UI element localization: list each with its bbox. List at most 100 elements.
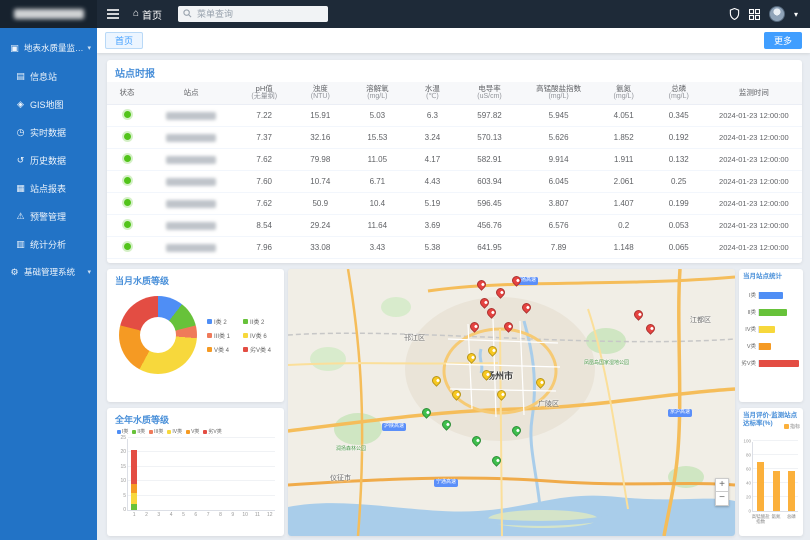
hbar-chart[interactable]: I类II类IV类V类劣V类 bbox=[739, 281, 803, 371]
value-cell: 6.045 bbox=[522, 171, 596, 193]
donut-chart[interactable] bbox=[119, 296, 197, 374]
value-cell: 11.05 bbox=[347, 149, 407, 171]
shield-icon[interactable] bbox=[729, 8, 740, 20]
panel-title-station-stats: 当月站点统计 bbox=[739, 269, 803, 281]
gridline bbox=[128, 437, 275, 438]
monitor-time-cell: 2024-01-23 12:00:00 bbox=[706, 237, 802, 259]
legend-swatch bbox=[186, 430, 190, 434]
value-cell: 33.08 bbox=[293, 237, 347, 259]
y-axis-tick: 10 bbox=[112, 478, 126, 484]
station-name-blurred bbox=[166, 112, 216, 120]
sidebar-item-label: GIS地图 bbox=[30, 98, 64, 111]
more-button[interactable]: 更多 bbox=[764, 32, 802, 49]
value-cell: 7.37 bbox=[235, 127, 293, 149]
legend-item: I类 2 bbox=[207, 317, 235, 326]
value-cell: 32.16 bbox=[293, 127, 347, 149]
sidebar-item-station-report[interactable]: ▦站点报表 bbox=[0, 174, 97, 202]
hbar-track bbox=[758, 326, 799, 333]
hbar-row: 劣V类 bbox=[741, 359, 799, 367]
menu-search[interactable] bbox=[178, 6, 328, 22]
sidebar-item-base-management[interactable]: ⚙基础管理系统▾ bbox=[0, 258, 97, 286]
gear-icon: ⚙ bbox=[9, 267, 20, 278]
x-axis-tick: 6 bbox=[190, 512, 202, 518]
zoom-in-button[interactable]: + bbox=[715, 478, 729, 492]
user-menu-caret-icon[interactable]: ▾ bbox=[794, 10, 798, 19]
menu-search-input[interactable] bbox=[195, 8, 315, 20]
monitor-icon: ▣ bbox=[9, 43, 20, 54]
value-cell: 596.45 bbox=[457, 193, 521, 215]
app-logo-area bbox=[0, 0, 97, 28]
sidebar-item-label: 预警管理 bbox=[30, 210, 66, 223]
sidebar-item-label: 信息站 bbox=[30, 70, 57, 83]
status-dot-normal bbox=[124, 155, 131, 162]
map-label-district: 江都区 bbox=[690, 315, 711, 325]
hbar-bar[interactable] bbox=[759, 292, 783, 299]
station-report-table: 状态站点pH值(无量纲)浊度(NTU)溶解氧(mg/L)水温(℃)电导率(uS/… bbox=[107, 82, 802, 259]
map-icon: ◈ bbox=[15, 99, 26, 110]
sidebar-item-statistics[interactable]: ▥统计分析 bbox=[0, 230, 97, 258]
compliance-bar[interactable] bbox=[773, 471, 780, 512]
sidebar: ▣地表水质量监测系统▾▤信息站 ◈ GIS地图 ◷实时数据↺历史数据▦站点报表⚠预警管… bbox=[0, 28, 97, 540]
zoom-out-button[interactable]: − bbox=[715, 492, 729, 506]
map-panel[interactable]: 扬州市邗江区江都区广陵区仪征市沪陕高速京沪高速宁通高速启扬高速润扬森林公园凤凰岛… bbox=[288, 269, 735, 536]
user-avatar[interactable] bbox=[769, 6, 785, 22]
status-cell bbox=[107, 127, 147, 149]
annual-legend: I类II类III类IV类V类劣V类 bbox=[107, 427, 284, 435]
sidebar-item-info-station[interactable]: ▤信息站 bbox=[0, 62, 97, 90]
hbar-bar[interactable] bbox=[759, 360, 799, 367]
monthly-quality-panel: 当月水质等级 I类 2II类 2III类 1IV类 6V类 4劣V类 4 bbox=[107, 269, 284, 402]
station-name-cell bbox=[147, 215, 235, 237]
value-cell: 5.945 bbox=[522, 105, 596, 127]
legend-swatch bbox=[203, 430, 207, 434]
map-label-road: 京沪高速 bbox=[668, 409, 692, 417]
legend-item: V类 4 bbox=[207, 345, 235, 354]
hbar-bar[interactable] bbox=[759, 326, 775, 333]
value-cell: 7.89 bbox=[522, 237, 596, 259]
compliance-bar[interactable] bbox=[788, 471, 795, 512]
clock-icon: ◷ bbox=[15, 127, 26, 138]
hbar-bar[interactable] bbox=[759, 309, 787, 316]
annual-stacked-bar-chart[interactable]: 0510152025123456789101112 bbox=[127, 439, 275, 511]
value-cell: 2.061 bbox=[596, 171, 652, 193]
legend-swatch bbox=[117, 430, 121, 434]
value-cell: 5.03 bbox=[347, 105, 407, 127]
value-cell: 1.852 bbox=[596, 127, 652, 149]
sidebar-item-system-root[interactable]: ▣地表水质量监测系统▾ bbox=[0, 34, 97, 62]
value-cell: 5.38 bbox=[407, 237, 457, 259]
hbar-row: V类 bbox=[741, 342, 799, 350]
value-cell: 641.95 bbox=[457, 237, 521, 259]
value-cell: 8.54 bbox=[235, 215, 293, 237]
apps-grid-icon[interactable] bbox=[749, 9, 760, 20]
sidebar-item-history-data[interactable]: ↺历史数据 bbox=[0, 146, 97, 174]
stacked-bar-segment[interactable] bbox=[131, 504, 137, 510]
stacked-bar-segment[interactable] bbox=[131, 493, 137, 505]
stacked-bar-segment[interactable] bbox=[131, 450, 137, 485]
sidebar-item-alert-management[interactable]: ⚠预警管理 bbox=[0, 202, 97, 230]
compliance-bar[interactable] bbox=[757, 462, 764, 511]
x-axis-tick: 12 bbox=[264, 512, 276, 518]
breadcrumb[interactable]: ⌂ 首页 bbox=[133, 7, 162, 22]
main-area: 首页 更多 站点时报 状态站点pH值(无量纲)浊度(NTU)溶解氧(mg/L)水… bbox=[97, 28, 810, 540]
hbar-bar[interactable] bbox=[759, 343, 771, 350]
tab-home[interactable]: 首页 bbox=[105, 32, 143, 49]
sidebar-item-realtime-data[interactable]: ◷实时数据 bbox=[0, 118, 97, 146]
column-header: pH值(无量纲) bbox=[235, 82, 293, 105]
map-zoom-control: + − bbox=[715, 478, 729, 506]
sidebar-collapse-icon[interactable] bbox=[107, 9, 119, 19]
status-cell bbox=[107, 237, 147, 259]
stacked-bar-segment[interactable] bbox=[131, 484, 137, 493]
legend-item: 劣V类 4 bbox=[243, 345, 271, 354]
value-cell: 4.43 bbox=[407, 171, 457, 193]
x-axis-tick: 2 bbox=[140, 512, 152, 518]
x-axis-tick: 7 bbox=[202, 512, 214, 518]
status-dot-normal bbox=[124, 199, 131, 206]
status-dot-normal bbox=[124, 133, 131, 140]
table-row: 7.9633.083.435.38641.957.891.1480.065202… bbox=[107, 237, 802, 259]
table-row: 7.6250.910.45.19596.453.8071.4070.199202… bbox=[107, 193, 802, 215]
chevron-down-icon: ▾ bbox=[87, 44, 91, 52]
sidebar-item-gis-map[interactable]: ◈ GIS地图 bbox=[0, 90, 97, 118]
station-name-cell bbox=[147, 193, 235, 215]
legend-label: IV类 bbox=[172, 428, 182, 435]
compliance-bar-chart[interactable]: 020406080100高锰酸盐指数氨氮总磷 bbox=[752, 442, 798, 512]
legend-swatch bbox=[207, 333, 212, 338]
